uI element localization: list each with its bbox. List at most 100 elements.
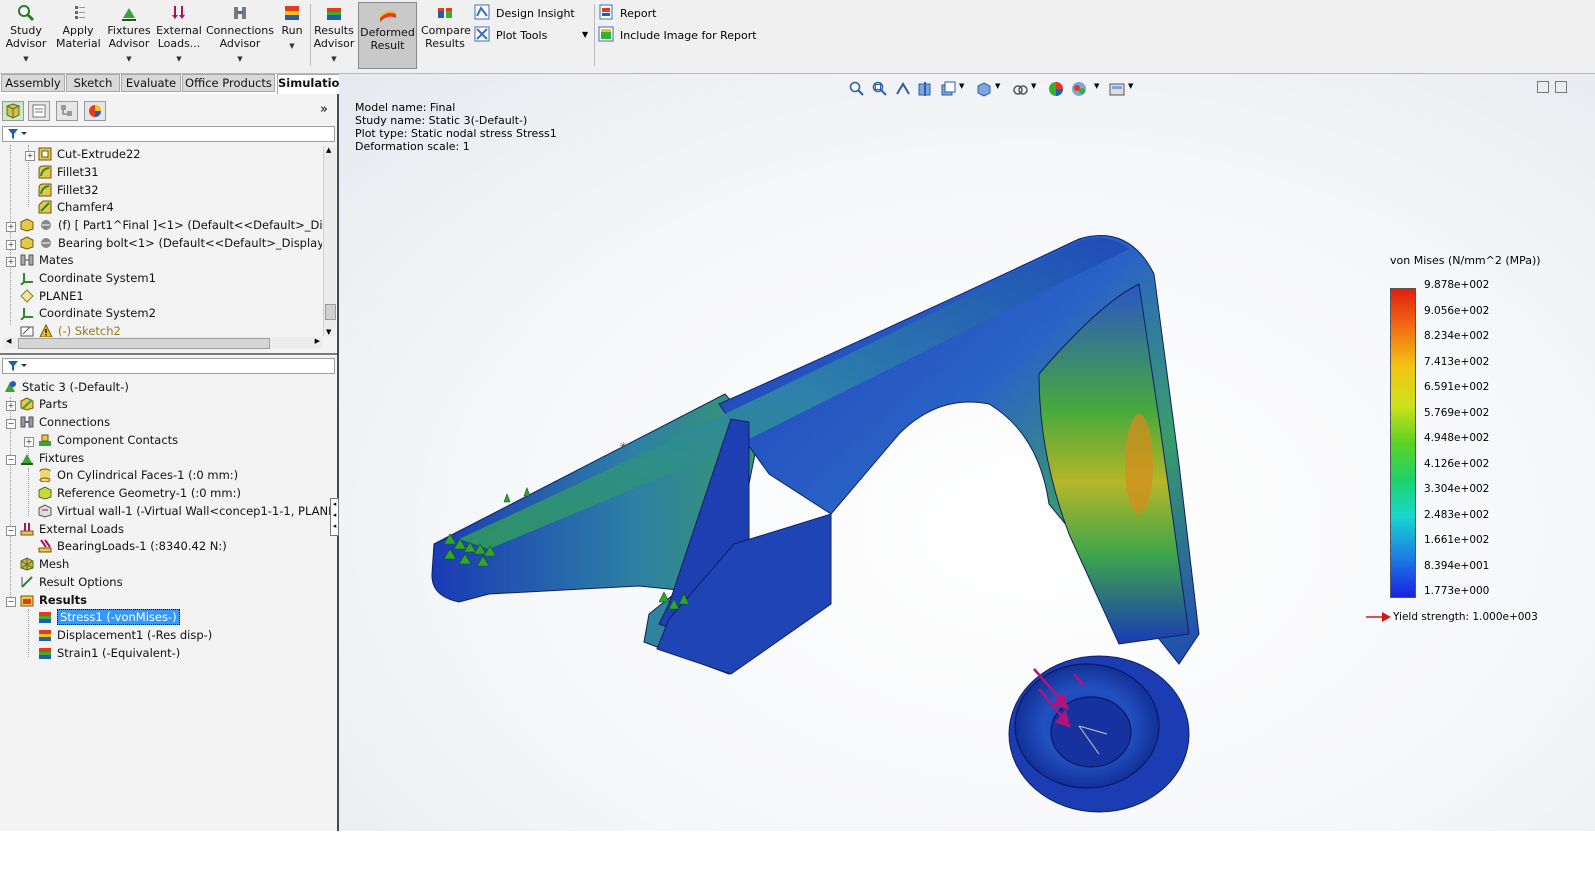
legend-tick-label: 8.234e+002 xyxy=(1424,330,1490,342)
collapse-toggle-icon[interactable]: − xyxy=(6,455,16,465)
feature-manager-tab[interactable] xyxy=(2,101,24,121)
dropdown-arrow-icon[interactable]: ▼ xyxy=(106,53,152,66)
deformed-result-button[interactable]: Deformed Result xyxy=(358,2,417,69)
feature-tree-horizontal-scrollbar[interactable]: ◀ ▶ xyxy=(4,337,322,349)
results-advisor-button[interactable]: Results Advisor ▼ xyxy=(313,4,355,68)
configuration-manager-tab[interactable] xyxy=(56,101,78,121)
scroll-thumb[interactable] xyxy=(18,338,270,349)
scroll-thumb[interactable] xyxy=(325,304,336,320)
collapse-toggle-icon[interactable]: − xyxy=(6,419,16,429)
tree-item-bearing-bolt[interactable]: Bearing bolt<1> (Default<<Default>_Displ… xyxy=(20,235,322,252)
panel-expand-arrows-icon[interactable]: » xyxy=(320,102,328,117)
fixtures-advisor-button[interactable]: Fixtures Advisor ▼ xyxy=(106,4,152,68)
selected-tree-item-label: Stress1 (-vonMises-) xyxy=(57,609,180,625)
tree-item-virtual-wall[interactable]: Virtual wall-1 (-Virtual Wall<concep1-1-… xyxy=(38,503,361,520)
tab-sketch[interactable]: Sketch xyxy=(66,74,120,92)
tree-item-component-contacts[interactable]: Component Contacts xyxy=(38,432,178,449)
expand-toggle-icon[interactable]: + xyxy=(6,222,16,232)
report-button[interactable]: Report xyxy=(598,4,656,22)
expand-toggle-icon[interactable]: + xyxy=(6,401,16,411)
legend-tick-label: 7.413e+002 xyxy=(1424,356,1490,368)
tab-office-products[interactable]: Office Products xyxy=(182,74,275,92)
property-manager-tab[interactable] xyxy=(28,101,50,121)
tree-item-external-loads[interactable]: External Loads xyxy=(20,521,124,538)
panel-splitter[interactable] xyxy=(0,353,337,355)
tree-item-coordinate-system2[interactable]: Coordinate System2 xyxy=(20,305,156,322)
deformed-result-icon xyxy=(379,10,396,22)
plot-tools-dropdown-arrow-icon[interactable]: ▼ xyxy=(582,26,588,44)
apply-material-label: Apply Material xyxy=(56,24,101,50)
dropdown-arrow-icon[interactable]: ▼ xyxy=(156,53,202,66)
tree-item-label: BearingLoads-1 (:8340.42 N:) xyxy=(57,539,227,553)
tree-item-parts[interactable]: Parts xyxy=(20,396,68,413)
dropdown-arrow-icon[interactable]: ▼ xyxy=(313,53,355,66)
tree-item-connections[interactable]: Connections xyxy=(20,414,110,431)
warning-icon xyxy=(39,324,53,338)
design-insight-button[interactable]: Design Insight xyxy=(474,4,575,22)
tree-item-part1-final[interactable]: (f) [ Part1^Final ]<1> (Default<<Default… xyxy=(20,217,322,234)
panel-collapse-handle[interactable]: ◂ ◂ ◂ xyxy=(330,498,339,536)
legend-tick-label: 1.661e+002 xyxy=(1424,534,1490,546)
scroll-down-arrow-icon[interactable]: ▼ xyxy=(326,328,331,336)
plot-tools-button[interactable]: Plot Tools xyxy=(474,26,547,44)
tree-item-strain1[interactable]: Strain1 (-Equivalent-) xyxy=(38,645,180,662)
external-loads-button[interactable]: External Loads... ▼ xyxy=(156,4,202,68)
tree-item-fillet31[interactable]: Fillet31 xyxy=(38,164,99,181)
run-button[interactable]: Run ▼ xyxy=(278,4,306,68)
tree-item-label: Virtual wall-1 (-Virtual Wall<concep1-1-… xyxy=(57,504,361,518)
study-advisor-button[interactable]: Study Advisor ▼ xyxy=(4,4,48,68)
graphics-area[interactable]: ▼ ▼ ▼ ▼ ▼ Model name: Final Study name: … xyxy=(339,74,1595,831)
tree-item-plane1[interactable]: PLANE1 xyxy=(20,288,84,305)
tab-simulation[interactable]: Simulation xyxy=(277,74,348,94)
collapse-toggle-icon[interactable]: − xyxy=(6,597,16,607)
feature-tree-vertical-scrollbar[interactable]: ▲ ▼ xyxy=(323,146,336,336)
include-image-button[interactable]: Include Image for Report xyxy=(598,26,757,44)
tree-item-stress1[interactable]: Stress1 (-vonMises-) xyxy=(38,609,180,626)
dropdown-arrow-icon[interactable]: ▼ xyxy=(206,53,274,66)
tree-item-chamfer4[interactable]: Chamfer4 xyxy=(38,199,114,216)
tree-item-mesh[interactable]: Mesh xyxy=(20,556,69,573)
collapse-toggle-icon[interactable]: − xyxy=(6,526,16,536)
compare-results-label: Compare Results xyxy=(421,24,471,50)
feature-filter-bar[interactable] xyxy=(2,126,335,142)
fillet-icon xyxy=(38,183,52,197)
tree-item-coordinate-system1[interactable]: Coordinate System1 xyxy=(20,270,156,287)
tree-item-fixture-reference-geometry[interactable]: Reference Geometry-1 (:0 mm:) xyxy=(38,485,241,502)
tree-item-cut-extrude22[interactable]: Cut-Extrude22 xyxy=(38,146,141,163)
connections-icon xyxy=(20,416,34,428)
include-image-icon xyxy=(598,26,614,42)
fixtures-icon xyxy=(21,454,33,465)
scroll-left-arrow-icon[interactable]: ◀ xyxy=(6,337,11,345)
tree-item-bearing-loads[interactable]: BearingLoads-1 (:8340.42 N:) xyxy=(38,538,227,555)
apply-material-button[interactable]: Apply Material xyxy=(56,4,101,68)
expand-toggle-icon[interactable]: + xyxy=(24,437,34,447)
tree-item-fixture-cylindrical[interactable]: On Cylindrical Faces-1 (:0 mm:) xyxy=(38,467,238,484)
dropdown-arrow-icon[interactable]: ▼ xyxy=(278,40,306,53)
study-root[interactable]: Static 3 (-Default-) xyxy=(3,379,129,396)
tree-item-fillet32[interactable]: Fillet32 xyxy=(38,182,99,199)
tab-evaluate[interactable]: Evaluate xyxy=(121,74,181,92)
expand-toggle-icon[interactable]: + xyxy=(6,257,16,267)
tree-item-label: Cut-Extrude22 xyxy=(57,147,141,161)
study-advisor-label: Study Advisor xyxy=(5,24,47,50)
tree-item-displacement1[interactable]: Displacement1 (-Res disp-) xyxy=(38,627,212,644)
connections-advisor-button[interactable]: Connections Advisor ▼ xyxy=(206,4,274,68)
connections-advisor-label: Connections Advisor xyxy=(206,24,274,50)
tree-item-results[interactable]: Results xyxy=(20,592,87,609)
configuration-manager-icon xyxy=(61,105,72,116)
expand-toggle-icon[interactable]: + xyxy=(6,240,16,250)
display-manager-tab[interactable] xyxy=(84,101,106,121)
tree-item-fixtures[interactable]: Fixtures xyxy=(20,450,84,467)
expand-toggle-icon[interactable]: + xyxy=(25,151,35,161)
coordinate-system-icon xyxy=(20,308,33,320)
scroll-right-arrow-icon[interactable]: ▶ xyxy=(315,337,320,345)
plane-icon xyxy=(20,289,34,303)
tab-assembly[interactable]: Assembly xyxy=(1,74,65,92)
legend-tick-label: 2.483e+002 xyxy=(1424,509,1490,521)
tree-item-mates[interactable]: Mates xyxy=(20,252,74,269)
simulation-filter-bar[interactable] xyxy=(2,358,335,374)
dropdown-arrow-icon[interactable]: ▼ xyxy=(4,53,48,66)
compare-results-button[interactable]: Compare Results xyxy=(421,4,471,68)
tree-item-result-options[interactable]: Result Options xyxy=(20,574,123,591)
scroll-up-arrow-icon[interactable]: ▲ xyxy=(326,146,331,154)
